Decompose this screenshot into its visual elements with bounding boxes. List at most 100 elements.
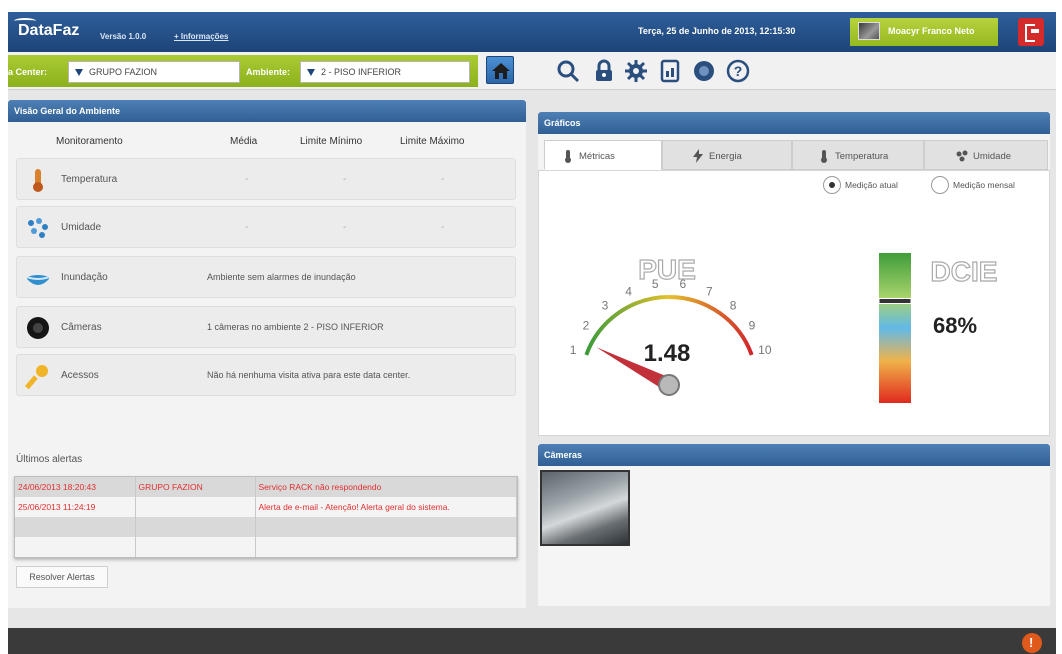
list-item: Umidade - - - xyxy=(16,206,516,248)
tab-humidity[interactable]: Umidade xyxy=(924,140,1048,170)
alert-message xyxy=(255,537,517,557)
table-row xyxy=(15,537,517,557)
alarm-icon[interactable] xyxy=(1022,633,1042,653)
logout-button[interactable] xyxy=(1018,18,1044,46)
access-status-text: Não há nenhuma visita ativa para este da… xyxy=(207,370,411,380)
radio-circle xyxy=(823,176,841,194)
dcie-level-marker xyxy=(878,298,912,304)
dcie-label: DCIE xyxy=(931,256,998,287)
radio-label: Medição atual xyxy=(845,180,898,190)
ambiente-select[interactable]: 2 - PISO INFERIOR xyxy=(300,61,470,83)
dcie-bar xyxy=(879,253,911,403)
chevron-down-icon xyxy=(75,69,83,76)
datacenter-select[interactable]: GRUPO FAZION xyxy=(68,61,240,83)
alert-date: 25/06/2013 11:24:19 xyxy=(15,497,136,517)
metrics-tab-content: Medição atual Medição mensal PUE 123 4 5 6 7… xyxy=(538,170,1050,436)
column-header-monitoring: Monitoramento xyxy=(56,136,123,147)
lock-icon[interactable] xyxy=(592,59,616,83)
tab-energy[interactable]: Energia xyxy=(662,140,792,170)
alert-message xyxy=(255,517,517,537)
user-name: Moacyr Franco Neto xyxy=(888,26,975,36)
charts-panel: Gráficos Métricas Energia Temperatura Um… xyxy=(538,112,1050,436)
datetime-label: Terça, 25 de Junho de 2013, 12:15:30 xyxy=(638,26,796,36)
camera-thumbnail[interactable] xyxy=(540,470,630,546)
radio-label: Medição mensal xyxy=(953,180,1015,190)
flood-status-text: Ambiente sem alarmes de inundação xyxy=(207,272,356,282)
alerts-label: Últimos alertas xyxy=(16,454,83,465)
column-header-max: Limite Máximo xyxy=(400,136,465,147)
user-box[interactable]: Moacyr Franco Neto xyxy=(850,18,998,46)
pue-tick-label: 6 xyxy=(679,277,686,291)
camera-icon xyxy=(27,317,49,339)
table-row xyxy=(15,517,517,537)
app-frame: DataFaz Versão 1.0.0 + Informações Terça… xyxy=(8,12,1056,654)
row-label-access: Acessos xyxy=(61,370,99,381)
pue-tick-label: 1 xyxy=(570,343,577,357)
alert-source: GRUPO FAZION xyxy=(135,477,256,497)
cameras-status-text: 1 câmeras no ambiente 2 - PISO INFERIOR xyxy=(207,322,384,332)
tab-label: Umidade xyxy=(973,151,1012,162)
humidity-average: - xyxy=(245,222,249,233)
help-icon[interactable]: ? xyxy=(726,59,750,83)
toolbar: a Center: GRUPO FAZION Ambiente: 2 - PIS… xyxy=(8,52,1056,90)
overview-panel: Visão Geral do Ambiente Monitoramento Mé… xyxy=(8,100,526,608)
lightning-icon xyxy=(693,149,703,163)
cameras-panel: Câmeras xyxy=(538,444,1050,606)
avatar xyxy=(858,22,880,40)
resolve-alerts-button[interactable]: Resolver Alertas xyxy=(16,566,108,588)
humidity-max: - xyxy=(441,222,445,233)
pue-label: PUE xyxy=(638,254,696,285)
gear-icon[interactable] xyxy=(624,59,648,83)
charts-title: Gráficos xyxy=(538,112,1050,134)
radio-dot xyxy=(829,182,835,188)
list-item: Acessos Não há nenhuma visita ativa para… xyxy=(16,354,516,396)
camera-icon[interactable] xyxy=(692,59,716,83)
tab-label: Métricas xyxy=(579,151,615,162)
pue-tick-label: 8 xyxy=(730,299,737,313)
dcie-meter: DCIE 68% xyxy=(878,253,998,403)
tab-label: Temperatura xyxy=(835,151,889,162)
ambiente-select-value: 2 - PISO INFERIOR xyxy=(321,67,402,77)
datacenter-select-value: GRUPO FAZION xyxy=(89,67,158,77)
alert-message: Alerta de e-mail - Atenção! Alerta geral… xyxy=(255,497,517,517)
home-icon xyxy=(492,63,510,79)
pue-tick-label: 10 xyxy=(758,343,772,357)
home-button[interactable] xyxy=(486,56,514,84)
svg-text:?: ? xyxy=(734,63,743,79)
pue-tick-label: 2 xyxy=(583,319,590,333)
charts-tabs: Métricas Energia Temperatura Umidade xyxy=(538,140,1050,170)
overview-title: Visão Geral do Ambiente xyxy=(8,100,526,122)
temperature-min: - xyxy=(343,174,347,185)
list-item: Temperatura - - - xyxy=(16,158,516,200)
pue-tick-label: 9 xyxy=(749,319,756,333)
tab-temperature[interactable]: Temperatura xyxy=(792,140,924,170)
alert-date xyxy=(15,517,136,537)
pue-value: 1.48 xyxy=(644,340,691,367)
tab-metrics[interactable]: Métricas xyxy=(544,140,662,170)
thermometer-icon xyxy=(821,150,827,163)
temperature-average: - xyxy=(245,174,249,185)
thermometer-icon xyxy=(565,150,571,163)
list-item: Inundação Ambiente sem alarmes de inunda… xyxy=(16,256,516,298)
more-info-link[interactable]: + Informações xyxy=(174,32,228,41)
humidity-min: - xyxy=(343,222,347,233)
alert-source xyxy=(135,517,256,537)
pue-gauge: PUE 123 4 5 6 7 8910 1.48 xyxy=(570,253,772,396)
row-label-temperature: Temperatura xyxy=(61,174,118,185)
alert-source xyxy=(135,537,256,557)
column-header-average: Média xyxy=(230,136,258,147)
ambiente-label: Ambiente: xyxy=(246,67,291,77)
table-row[interactable]: 25/06/2013 11:24:19 Alerta de e-mail - A… xyxy=(15,497,517,517)
radio-circle xyxy=(931,176,949,194)
table-row[interactable]: 24/06/2013 18:20:43 GRUPO FAZION Serviço… xyxy=(15,477,517,497)
temperature-max: - xyxy=(441,174,445,185)
list-item: Câmeras 1 câmeras no ambiente 2 - PISO I… xyxy=(16,306,516,348)
search-icon[interactable] xyxy=(556,59,580,83)
key-icon xyxy=(25,365,48,389)
pue-tick-label: 7 xyxy=(706,284,713,298)
row-label-flood: Inundação xyxy=(61,272,108,283)
footer-bar xyxy=(8,628,1056,654)
report-icon[interactable] xyxy=(658,59,682,83)
row-label-cameras: Câmeras xyxy=(61,322,102,333)
alert-date xyxy=(15,537,136,557)
